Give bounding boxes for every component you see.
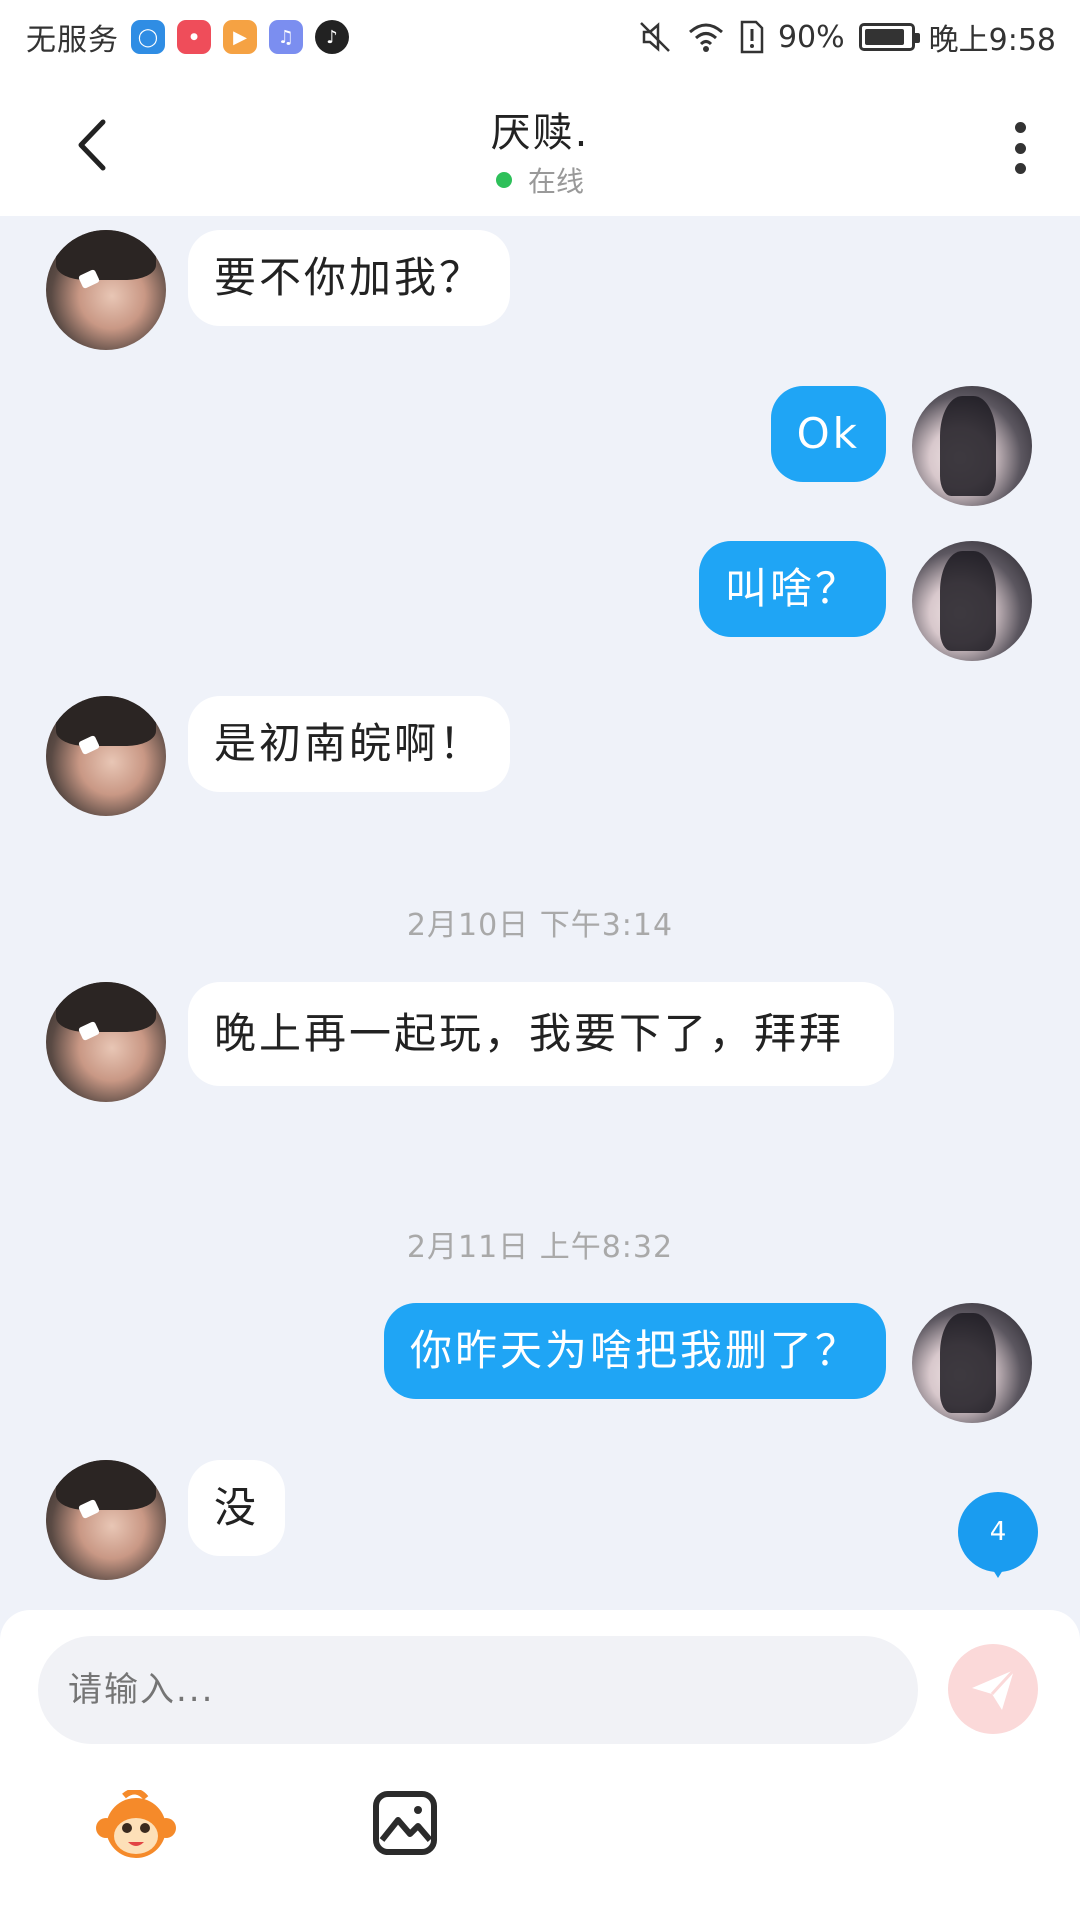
chat-header: 厌赎. 在线 <box>0 74 1080 216</box>
image-picker-button[interactable] <box>372 1790 438 1856</box>
battery-percent: 90% <box>777 19 845 55</box>
status-left: 无服务 ◯ ● ▶ ♫ ♪ <box>26 15 349 59</box>
send-button[interactable] <box>948 1644 1038 1734</box>
emoji-button[interactable] <box>94 1788 178 1862</box>
chat-screen: 无服务 ◯ ● ▶ ♫ ♪ 90% 晚上9:58 厌赎. 在线 要不你加我？ O… <box>0 0 1080 1920</box>
message-outgoing: Ok <box>770 386 1032 506</box>
message-outgoing: 叫啥？ <box>698 541 1032 661</box>
message-incoming: 晚上再一起玩，我要下了，拜拜 <box>46 982 894 1102</box>
paper-plane-icon <box>972 1668 1016 1710</box>
message-bubble[interactable]: Ok <box>770 386 886 482</box>
presence-label: 在线 <box>527 165 584 198</box>
presence-indicator: 在线 <box>0 160 1080 200</box>
message-bubble[interactable]: 要不你加我？ <box>188 230 511 326</box>
battery-level <box>864 29 905 45</box>
huawei-store-icon: ● <box>177 20 211 54</box>
message-incoming: 是初南皖啊！ <box>46 696 511 816</box>
music-icon: ♫ <box>269 20 303 54</box>
contact-avatar[interactable] <box>46 696 166 816</box>
unread-count-badge[interactable]: 4 <box>958 1492 1038 1578</box>
contact-avatar[interactable] <box>46 982 166 1102</box>
message-bubble[interactable]: 是初南皖啊！ <box>188 696 511 792</box>
clock: 晚上9:58 <box>928 23 1056 58</box>
my-avatar[interactable] <box>912 1303 1032 1423</box>
status-bar: 无服务 ◯ ● ▶ ♫ ♪ 90% 晚上9:58 <box>0 0 1080 74</box>
message-incoming: 没 <box>46 1460 286 1580</box>
dot <box>1014 163 1026 174</box>
timestamp: 2月11日 上午8:32 <box>406 1230 674 1265</box>
message-bubble[interactable]: 你昨天为啥把我删了？ <box>383 1303 886 1399</box>
message-outgoing: 你昨天为啥把我删了？ <box>383 1303 1032 1423</box>
dot <box>1014 142 1026 154</box>
contact-avatar[interactable] <box>46 230 166 350</box>
online-dot-icon <box>495 172 512 188</box>
timestamp: 2月10日 下午3:14 <box>406 908 674 943</box>
wifi-icon <box>688 23 723 52</box>
video-player-icon: ▶ <box>223 20 257 54</box>
status-right: 90% 晚上9:58 <box>638 0 1056 74</box>
message-bubble[interactable]: 没 <box>188 1460 286 1556</box>
mute-icon <box>640 22 670 52</box>
composer <box>0 1610 1080 1920</box>
shield-icon: ◯ <box>131 20 165 54</box>
image-icon <box>373 1791 437 1855</box>
message-input[interactable] <box>38 1636 918 1744</box>
more-options-button[interactable] <box>1000 118 1040 178</box>
message-bubble[interactable]: 叫啥？ <box>698 541 886 637</box>
message-bubble[interactable]: 晚上再一起玩，我要下了，拜拜 <box>188 982 894 1086</box>
contact-avatar[interactable] <box>46 1460 166 1580</box>
my-avatar[interactable] <box>912 386 1032 506</box>
my-avatar[interactable] <box>912 541 1032 661</box>
sim-alert-icon <box>740 20 764 54</box>
monkey-face-icon <box>96 1788 176 1858</box>
message-incoming: 要不你加我？ <box>46 230 511 350</box>
carrier-label: 无服务 <box>26 23 119 58</box>
contact-name: 厌赎. <box>490 110 590 156</box>
dot <box>1014 122 1026 133</box>
tiktok-icon: ♪ <box>315 20 349 54</box>
battery-icon <box>858 23 920 51</box>
